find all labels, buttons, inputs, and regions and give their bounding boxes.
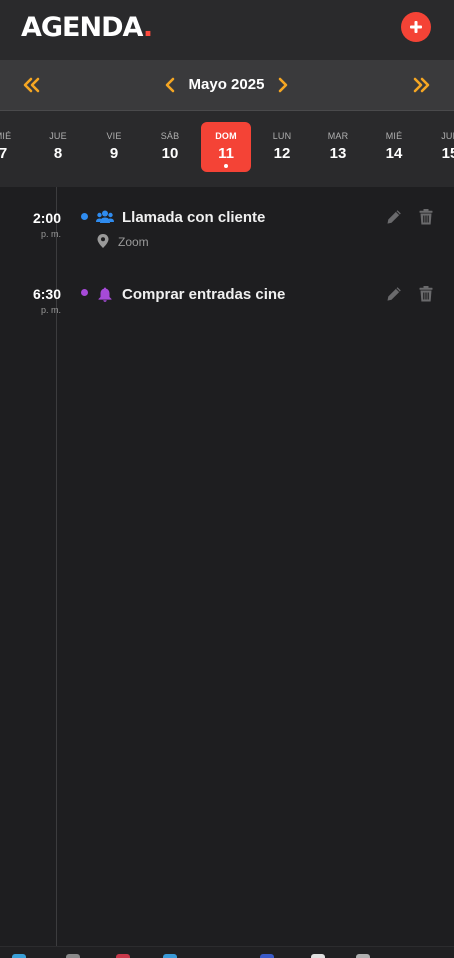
taskbar-app-icon[interactable] bbox=[260, 954, 274, 958]
day-item[interactable]: LUN 12 bbox=[257, 122, 307, 172]
day-item[interactable]: VIE 9 bbox=[89, 122, 139, 172]
delete-trash-icon[interactable] bbox=[419, 209, 433, 225]
os-taskbar bbox=[0, 946, 454, 958]
day-number: 9 bbox=[109, 145, 119, 162]
logo-text: AGENDA bbox=[21, 12, 144, 43]
day-name: SÁB bbox=[160, 131, 180, 141]
next-year-button[interactable] bbox=[411, 75, 431, 95]
day-number: 7 bbox=[0, 145, 8, 162]
event-item[interactable]: 2:00 p. m. Llamada con cliente Zoom bbox=[0, 205, 454, 255]
edit-pencil-icon[interactable] bbox=[386, 209, 402, 225]
chevron-right-icon bbox=[278, 77, 288, 93]
location-pin-icon bbox=[97, 234, 109, 248]
day-name: JUE bbox=[441, 131, 454, 141]
taskbar-app-icon[interactable] bbox=[116, 954, 130, 958]
day-name: VIE bbox=[106, 131, 122, 141]
app-logo: AGENDA. bbox=[21, 12, 153, 43]
day-item[interactable]: JUE 15 bbox=[425, 122, 454, 172]
day-number: 14 bbox=[385, 145, 403, 162]
day-strip: MIÉ 7 JUE 8 VIE 9 SÁB 10 DOM 11 LUN 12 M… bbox=[0, 111, 454, 187]
chevron-left-icon bbox=[165, 77, 175, 93]
edit-pencil-icon[interactable] bbox=[386, 286, 402, 302]
day-name: MAR bbox=[327, 131, 349, 141]
day-item-selected[interactable]: DOM 11 bbox=[201, 122, 251, 172]
day-item[interactable]: MAR 13 bbox=[313, 122, 363, 172]
taskbar-app-icon[interactable] bbox=[12, 954, 26, 958]
next-month-button[interactable] bbox=[273, 75, 293, 95]
agenda-app: AGENDA. Mayo 2025 IÉ 7 JUE 8 VIE 9 SÁB 1… bbox=[0, 0, 454, 958]
day-name: MIÉ bbox=[0, 131, 12, 141]
event-item[interactable]: 6:30 p. m. Comprar entradas cine bbox=[0, 281, 454, 321]
add-event-button[interactable] bbox=[401, 12, 431, 42]
event-time: 2:00 bbox=[32, 210, 61, 226]
day-name: JUE bbox=[49, 131, 67, 141]
delete-trash-icon[interactable] bbox=[419, 286, 433, 302]
event-location: Zoom bbox=[118, 235, 149, 249]
event-title: Comprar entradas cine bbox=[122, 286, 286, 303]
day-item[interactable]: SÁB 10 bbox=[145, 122, 195, 172]
event-title: Llamada con cliente bbox=[122, 209, 266, 226]
taskbar-app-icon[interactable] bbox=[66, 954, 80, 958]
taskbar-app-icon[interactable] bbox=[311, 954, 325, 958]
month-year-label: Mayo 2025 bbox=[188, 76, 265, 93]
previous-month-button[interactable] bbox=[160, 75, 180, 95]
day-number: 10 bbox=[161, 145, 179, 162]
has-events-indicator bbox=[224, 164, 228, 168]
event-ampm: p. m. bbox=[40, 229, 61, 239]
day-number: 15 bbox=[441, 145, 454, 162]
event-time: 6:30 bbox=[32, 286, 61, 302]
day-number: 13 bbox=[329, 145, 347, 162]
plus-icon bbox=[410, 21, 422, 33]
day-item[interactable]: MIÉ 14 bbox=[369, 122, 419, 172]
day-name: LUN bbox=[272, 131, 292, 141]
taskbar-app-icon[interactable] bbox=[356, 954, 370, 958]
app-header: AGENDA. bbox=[0, 0, 454, 60]
day-number: 12 bbox=[273, 145, 291, 162]
double-chevron-left-icon bbox=[23, 77, 40, 93]
event-color-dot bbox=[81, 289, 88, 296]
users-icon bbox=[96, 209, 114, 225]
double-chevron-right-icon bbox=[413, 77, 430, 93]
day-item[interactable]: JUE 8 bbox=[33, 122, 83, 172]
previous-year-button[interactable] bbox=[22, 75, 42, 95]
month-navigation: Mayo 2025 bbox=[0, 60, 454, 111]
day-name: MIÉ bbox=[385, 131, 403, 141]
logo-dot: . bbox=[142, 12, 153, 43]
bell-icon bbox=[96, 286, 114, 302]
day-name: DOM bbox=[215, 131, 237, 141]
day-item[interactable]: MIÉ 7 bbox=[0, 122, 28, 172]
taskbar-app-icon[interactable] bbox=[163, 954, 177, 958]
event-color-dot bbox=[81, 213, 88, 220]
day-number: 11 bbox=[218, 145, 234, 162]
day-number: 8 bbox=[53, 145, 63, 162]
event-ampm: p. m. bbox=[40, 305, 61, 315]
